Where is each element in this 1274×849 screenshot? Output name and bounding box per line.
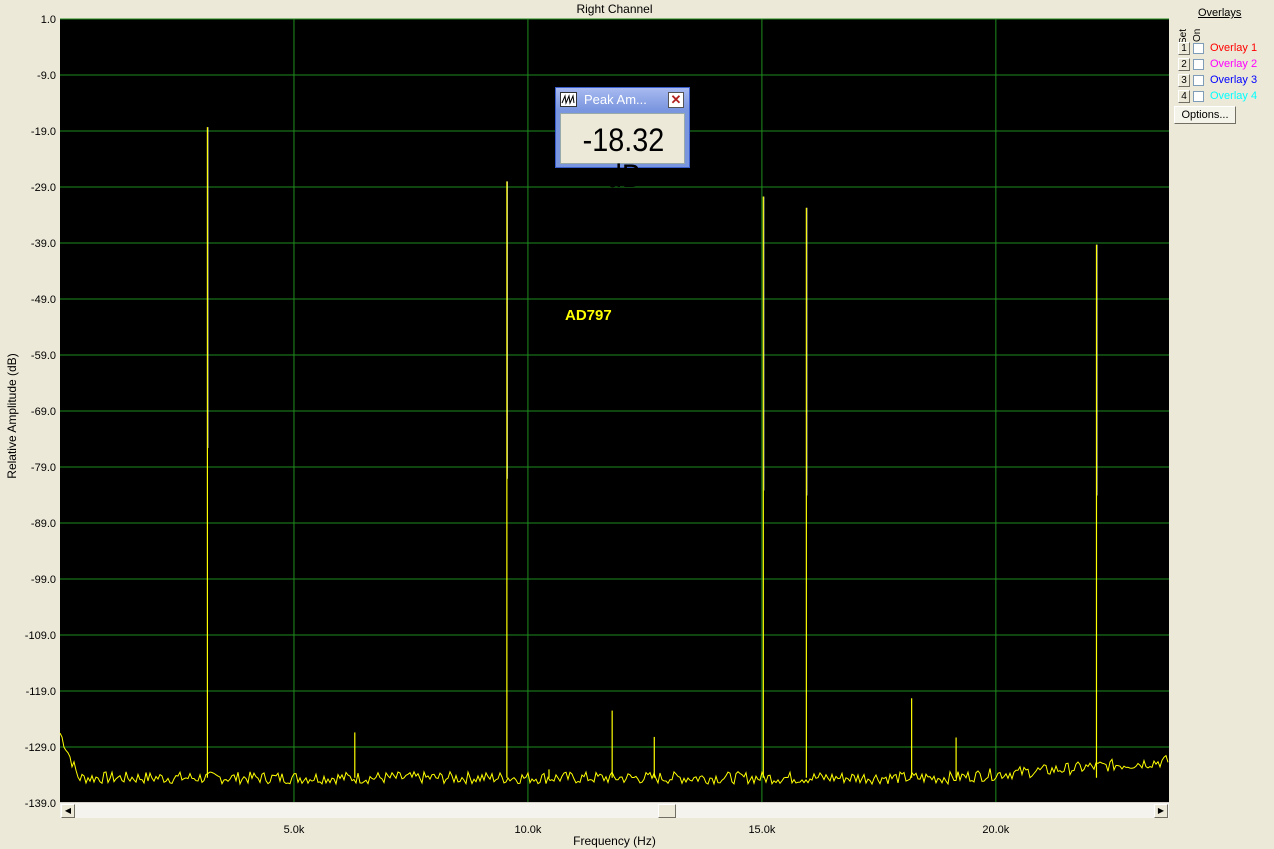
- overlay-set-button-4[interactable]: 4: [1178, 90, 1190, 103]
- overlay-set-button-3[interactable]: 3: [1178, 74, 1190, 87]
- waveform-icon: [560, 92, 577, 107]
- y-tick-label: -119.0: [26, 686, 56, 698]
- y-tick-label: -89.0: [31, 518, 56, 530]
- y-tick-label: -19.0: [31, 126, 56, 138]
- x-axis-label: Frequency (Hz): [573, 834, 656, 848]
- overlay-label-4: Overlay 4: [1210, 90, 1258, 102]
- on-column-label: On: [1192, 28, 1203, 42]
- overlay-label-3: Overlay 3: [1210, 74, 1258, 86]
- overlay-checkbox-2[interactable]: [1193, 59, 1204, 70]
- overlay-set-button-2[interactable]: 2: [1178, 58, 1190, 71]
- y-tick-label: -79.0: [31, 462, 56, 474]
- y-tick-label: -29.0: [31, 182, 56, 194]
- peak-readout-panel: -18.32 dB: [560, 113, 685, 194]
- overlay-checkbox-1[interactable]: [1193, 43, 1204, 54]
- peak-window-title: Peak Am...: [584, 92, 647, 107]
- horizontal-scrollbar[interactable]: ◀ ▶: [60, 802, 1169, 818]
- y-tick-label: -109.0: [25, 630, 56, 642]
- y-tick-label: -69.0: [31, 406, 56, 418]
- scroll-right-button[interactable]: ▶: [1154, 804, 1168, 818]
- y-tick-label: 1.0: [41, 14, 56, 26]
- y-tick-label: -129.0: [25, 742, 56, 754]
- y-tick-label: -49.0: [31, 294, 56, 306]
- overlay-set-button-1[interactable]: 1: [1178, 42, 1190, 55]
- y-axis-ticks: 1.0 -9.0 -19.0 -29.0 -39.0 -49.0 -59.0 -69.0 -79…: [25, 14, 56, 810]
- y-axis-label: Relative Amplitude (dB): [5, 353, 19, 479]
- options-button[interactable]: Options...: [1174, 106, 1236, 124]
- y-tick-label: -9.0: [37, 70, 56, 82]
- set-column-label: Set: [1178, 28, 1189, 44]
- scroll-thumb[interactable]: [658, 804, 676, 818]
- overlays-title: Overlays: [1198, 7, 1242, 19]
- overlay-checkbox-4[interactable]: [1193, 91, 1204, 102]
- peak-amplitude-window[interactable]: Peak Am... ✕ -18.32 dB: [555, 87, 690, 194]
- scroll-left-button[interactable]: ◀: [61, 804, 75, 818]
- overlay-label-1: Overlay 1: [1210, 42, 1258, 54]
- overlay-checkbox-3[interactable]: [1193, 75, 1204, 86]
- y-tick-label: -59.0: [31, 350, 56, 362]
- y-tick-label: -39.0: [31, 238, 56, 250]
- peak-amplitude-value: -18.32 dB: [582, 122, 665, 194]
- close-icon[interactable]: ✕: [668, 92, 684, 108]
- overlays-panel: Overlays Set On 1 Overlay 1 2 Overlay 2 …: [1174, 4, 1274, 134]
- device-annotation: AD797: [565, 307, 612, 324]
- overlay-label-2: Overlay 2: [1210, 58, 1258, 70]
- y-tick-label: -139.0: [25, 798, 56, 810]
- peak-window-titlebar[interactable]: Peak Am... ✕: [556, 88, 689, 110]
- y-tick-label: -99.0: [31, 574, 56, 586]
